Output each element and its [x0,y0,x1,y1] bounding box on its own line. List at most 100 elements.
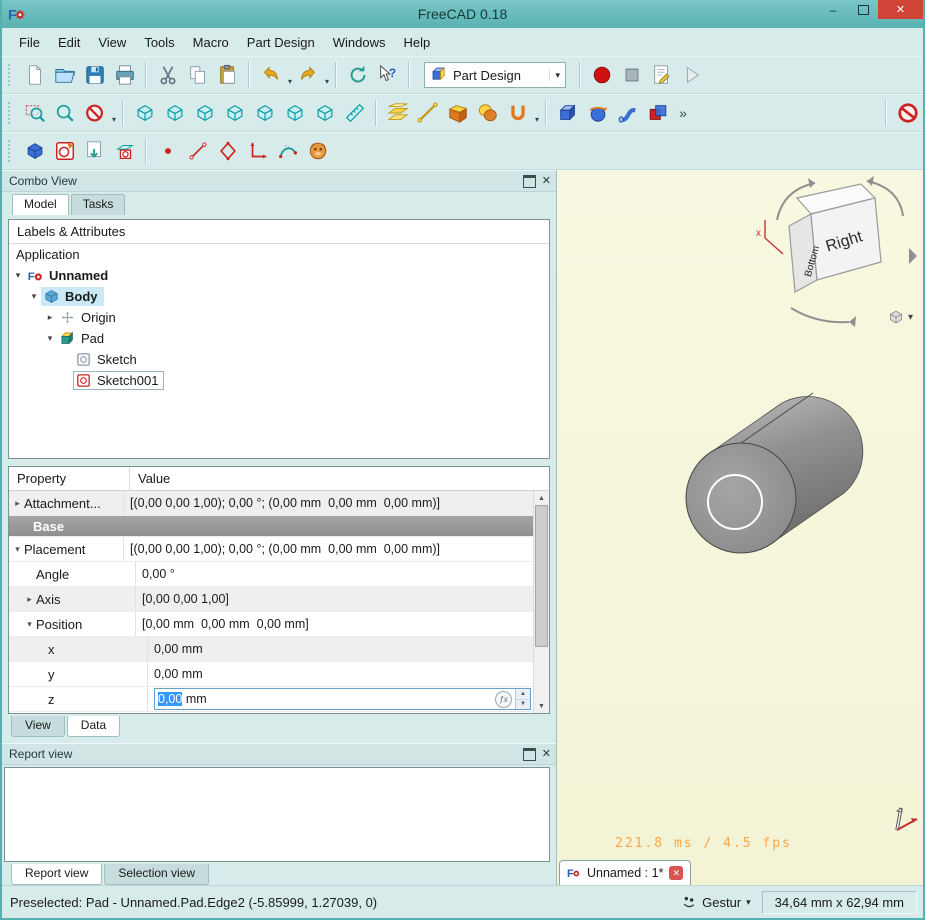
new-document-button[interactable] [20,60,50,90]
z-value-input[interactable]: 0,00 mm ƒx ▲ ▼ [154,688,531,710]
tab-model[interactable]: Model [12,194,69,215]
menu-view[interactable]: View [89,31,135,54]
nav-cube-menu[interactable]: ▾ [887,308,913,326]
vertical-scrollbar[interactable]: ▲ ▼ [533,491,549,713]
spin-down-icon[interactable]: ▼ [516,699,530,709]
property-row-z[interactable]: z 0,00 mm ƒx ▲ ▼ [9,687,533,712]
additive-pipe-button[interactable] [613,98,643,128]
cut-button[interactable] [153,60,183,90]
property-row-angle[interactable]: Angle 0,00 ° [9,562,533,587]
tab-report-view[interactable]: Report view [11,864,103,885]
create-body-button[interactable] [20,136,50,166]
macro-execute-button[interactable] [677,60,707,90]
document-tab[interactable]: F Unnamed : 1* ✕ [559,860,692,885]
menu-windows[interactable]: Windows [324,31,395,54]
sketch-bspline-button[interactable] [273,136,303,166]
menu-edit[interactable]: Edit [49,31,89,54]
panel-float-icon[interactable] [522,747,536,761]
menu-part-design[interactable]: Part Design [238,31,324,54]
undo-button[interactable]: ▾ [256,60,293,90]
view-bottom-button[interactable] [280,98,310,128]
shape-binder-button[interactable] [443,98,473,128]
external-geometry-button[interactable] [243,136,273,166]
view-rear-button[interactable] [250,98,280,128]
paste-button[interactable] [213,60,243,90]
open-document-button[interactable] [50,60,80,90]
tab-close-icon[interactable]: ✕ [669,866,684,880]
property-row-x[interactable]: x 0,00 mm [9,637,533,662]
tree-item-sketch001[interactable]: Sketch001 [9,370,549,391]
menu-help[interactable]: Help [394,31,439,54]
view-isometric-button[interactable] [130,98,160,128]
draw-style-button[interactable]: ▾ [80,98,117,128]
chevron-down-icon[interactable]: ▾ [746,897,751,908]
panel-close-icon[interactable]: ✕ [542,175,551,187]
view-front-button[interactable] [160,98,190,128]
combo-view-titlebar[interactable]: Combo View ✕ [2,170,556,192]
property-row-placement[interactable]: ▾ Placement [(0,00 0,00 1,00); 0,00 °; (0,… [9,537,533,562]
carbon-copy-button[interactable] [303,136,333,166]
tree-root-application[interactable]: Application [9,244,549,265]
fit-all-button[interactable] [20,98,50,128]
panel-close-icon[interactable]: ✕ [542,748,551,760]
view-right-button[interactable] [220,98,250,128]
spin-buttons[interactable]: ▲ ▼ [515,689,530,709]
tree-item-unnamed[interactable]: ▾ F Unnamed [9,265,549,286]
pad-button[interactable] [553,98,583,128]
tree-item-origin[interactable]: ▸ Origin [9,307,549,328]
refresh-button[interactable] [343,60,373,90]
whats-this-button[interactable]: ? [373,60,403,90]
fit-selection-button[interactable] [50,98,80,128]
redo-button[interactable]: ▾ [293,60,330,90]
property-row-position[interactable]: ▾ Position [0,00 mm 0,00 mm 0,00 mm] [9,612,533,637]
3d-viewport[interactable]: Right Bottom x ▾ 221.8 ms / 4.5 fps F Un… [556,170,923,885]
menu-tools[interactable]: Tools [135,31,183,54]
datum-tools-button[interactable]: ▾ [503,98,540,128]
minimize-button[interactable]: – [818,0,848,19]
view-top-button[interactable] [190,98,220,128]
sketch-polyline-button[interactable] [213,136,243,166]
macro-record-button[interactable] [587,60,617,90]
tab-data[interactable]: Data [66,716,121,737]
property-row-y[interactable]: y 0,00 mm [9,662,533,687]
boolean-operation-button[interactable] [643,98,673,128]
toolbar-overflow-button[interactable]: » [673,98,693,128]
macro-stop-button[interactable] [617,60,647,90]
measure-distance-button[interactable] [340,98,370,128]
revolution-button[interactable] [583,98,613,128]
scroll-down-icon[interactable]: ▼ [538,699,545,713]
create-sketch-button[interactable] [50,136,80,166]
datum-line-button[interactable] [413,98,443,128]
tree-item-pad[interactable]: ▾ Pad [9,328,549,349]
macro-edit-button[interactable] [647,60,677,90]
tab-tasks[interactable]: Tasks [70,194,126,215]
menu-file[interactable]: File [10,31,49,54]
panel-float-icon[interactable] [522,174,536,188]
datum-plane-button[interactable] [383,98,413,128]
tree-item-sketch[interactable]: Sketch [9,349,549,370]
toggle-active-body-button[interactable] [893,98,923,128]
column-property[interactable]: Property [9,467,130,490]
report-view-titlebar[interactable]: Report view ✕ [2,743,556,765]
scroll-up-icon[interactable]: ▲ [538,491,545,505]
property-row-axis[interactable]: ▸ Axis [0,00 0,00 1,00] [9,587,533,612]
title-bar[interactable]: F FreeCAD 0.18 – ✕ [2,0,923,28]
navigation-style-label[interactable]: Gestur [702,895,741,910]
maximize-button[interactable] [848,0,878,19]
view-left-button[interactable] [310,98,340,128]
map-sketch-button[interactable] [110,136,140,166]
sketch-line-button[interactable] [183,136,213,166]
spin-up-icon[interactable]: ▲ [516,689,530,700]
expression-editor-button[interactable]: ƒx [495,690,512,708]
close-button[interactable]: ✕ [878,0,923,19]
print-button[interactable] [110,60,140,90]
save-document-button[interactable] [80,60,110,90]
scrollbar-thumb[interactable] [535,505,548,647]
copy-button[interactable] [183,60,213,90]
sketch-point-button[interactable] [153,136,183,166]
property-group-base[interactable]: Base [9,516,549,537]
clone-button[interactable] [473,98,503,128]
tree-item-body[interactable]: ▾ Body [9,286,549,307]
report-view-content[interactable] [4,767,550,862]
edit-sketch-button[interactable] [80,136,110,166]
